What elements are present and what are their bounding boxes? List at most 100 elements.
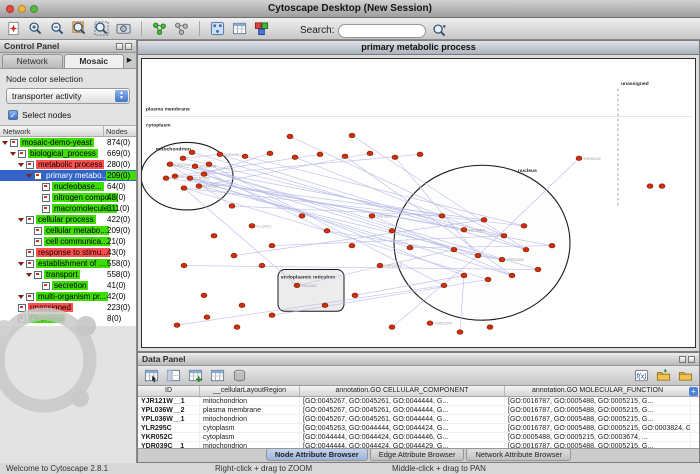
network-node[interactable] (499, 257, 505, 262)
network-canvas[interactable]: mitochondrionnucleusendoplasmic reticulu… (142, 59, 695, 347)
panel-close-button[interactable] (125, 43, 132, 50)
tree-item-metabolic-process[interactable]: metabolic process280(0) (0, 159, 136, 170)
attribute-delete-icon[interactable] (230, 366, 249, 385)
table-row[interactable]: YPL036W__2plasma membrane[GO:0045267, GO… (138, 406, 699, 415)
network-node[interactable] (392, 155, 398, 160)
network-node[interactable] (352, 293, 358, 298)
network-node[interactable] (523, 247, 529, 252)
attribute-grid-icon[interactable] (230, 19, 249, 38)
network-node[interactable] (174, 323, 180, 328)
search-input[interactable] (338, 24, 426, 38)
tab-network-attribute-browser[interactable]: Network Attribute Browser (466, 448, 571, 461)
tab-network[interactable]: Network (2, 54, 63, 68)
network-node[interactable] (192, 164, 198, 169)
tab-node-attribute-browser[interactable]: Node Attribute Browser (266, 448, 368, 461)
network-node[interactable] (287, 134, 293, 139)
network-overview-icon[interactable] (172, 19, 191, 38)
network-node[interactable] (451, 247, 457, 252)
tree-column-network[interactable]: Network (0, 126, 104, 136)
network-node[interactable] (229, 204, 235, 209)
network-edge[interactable] (184, 188, 297, 285)
tree-item-establishment-of-lo[interactable]: establishment of lo...558(0) (0, 258, 136, 269)
tab-mosaic[interactable]: Mosaic (64, 54, 125, 68)
network-node[interactable] (389, 229, 395, 234)
tree-item-primary-metabo[interactable]: primary metabo...209(0) (0, 170, 136, 181)
panel-float-button[interactable] (116, 43, 123, 50)
network-node[interactable] (389, 325, 395, 330)
network-node[interactable] (475, 253, 481, 258)
network-node[interactable] (349, 133, 355, 138)
network-node[interactable] (509, 273, 515, 278)
network-node[interactable] (259, 263, 265, 268)
column-header-cellularlayoutregion[interactable]: __cellularLayoutRegion (200, 386, 300, 396)
table-row[interactable]: YJR121W__1mitochondrion[GO:0045267, GO:0… (138, 397, 699, 406)
new-session-icon[interactable] (4, 19, 23, 38)
tree-expand-caret[interactable] (18, 163, 24, 167)
network-node[interactable] (407, 245, 413, 250)
network-node[interactable] (457, 330, 463, 335)
network-node[interactable] (163, 176, 169, 181)
network-node[interactable] (201, 293, 207, 298)
network-node[interactable] (217, 152, 223, 157)
network-node[interactable] (299, 214, 305, 219)
vizmapper-icon[interactable] (252, 19, 271, 38)
network-view-title[interactable]: primary metabolic process (138, 41, 699, 55)
tree-expand-caret[interactable] (26, 174, 32, 178)
create-network-icon[interactable] (150, 19, 169, 38)
attribute-select-icon[interactable] (142, 366, 161, 385)
network-node[interactable] (481, 218, 487, 223)
maximize-button[interactable] (30, 5, 38, 13)
tree-item-biological-process[interactable]: biological_process669(0) (0, 148, 136, 159)
node-color-dropdown[interactable]: transporter activity ▲▼ (6, 88, 130, 104)
tree-expand-caret[interactable] (2, 141, 8, 145)
data-panel-float-button[interactable] (679, 356, 686, 363)
tree-expand-caret[interactable] (10, 152, 16, 156)
network-node[interactable] (196, 184, 202, 189)
network-node[interactable] (181, 186, 187, 191)
tree-item-cellular-metabo[interactable]: cellular metabo...209(0) (0, 225, 136, 236)
table-row[interactable]: YKR052Ccytoplasm[GO:0044444, GO:0044424,… (138, 433, 699, 442)
network-node[interactable] (324, 229, 330, 234)
network-node[interactable] (294, 283, 300, 288)
network-node[interactable] (242, 154, 248, 159)
network-node[interactable] (269, 313, 275, 318)
zoom-out-icon[interactable] (48, 19, 67, 38)
network-node[interactable] (172, 174, 178, 179)
network-node[interactable] (377, 263, 383, 268)
apply-layout-icon[interactable] (208, 19, 227, 38)
network-node[interactable] (349, 243, 355, 248)
network-node[interactable] (485, 277, 491, 282)
tree-column-nodes[interactable]: Nodes (104, 126, 136, 136)
table-row[interactable]: YLR295Ccytoplasm[GO:0045263, GO:0044444,… (138, 424, 699, 433)
attribute-new-icon[interactable] (186, 366, 205, 385)
network-node[interactable] (417, 152, 423, 157)
network-node[interactable] (461, 228, 467, 233)
column-header-annotation-go-molecular-function[interactable]: annotation.GO MOLECULAR_FUNCTION (505, 386, 691, 396)
network-node[interactable] (167, 162, 173, 167)
tree-item-mosaic-demo-yeast[interactable]: mosaic-demo-yeast874(0) (0, 137, 136, 148)
network-node[interactable] (249, 224, 255, 229)
network-node[interactable] (211, 233, 217, 238)
network-node[interactable] (180, 156, 186, 161)
network-node[interactable] (189, 150, 195, 155)
attribute-grid-icon[interactable] (208, 366, 227, 385)
open-attributes-icon[interactable] (676, 366, 695, 385)
network-node[interactable] (369, 214, 375, 219)
network-node[interactable] (267, 151, 273, 156)
tree-expand-caret[interactable] (18, 218, 24, 222)
network-node[interactable] (231, 253, 237, 258)
select-nodes-checkbox[interactable]: ✓ (8, 110, 18, 120)
snapshot-icon[interactable] (114, 19, 133, 38)
import-attributes-icon[interactable] (654, 366, 673, 385)
network-node[interactable] (187, 176, 193, 181)
network-node[interactable] (239, 303, 245, 308)
network-node[interactable] (487, 325, 493, 330)
add-column-button[interactable]: + (689, 387, 698, 396)
network-node[interactable] (549, 243, 555, 248)
network-node[interactable] (269, 243, 275, 248)
network-node[interactable] (234, 325, 240, 330)
tree-item-response-to-stimu[interactable]: response to stimu...43(0) (0, 247, 136, 258)
network-node[interactable] (206, 162, 212, 167)
tree-item-macromolecule[interactable]: macromolecule...311(0) (0, 203, 136, 214)
tab-edge-attribute-browser[interactable]: Edge Attribute Browser (370, 448, 465, 461)
